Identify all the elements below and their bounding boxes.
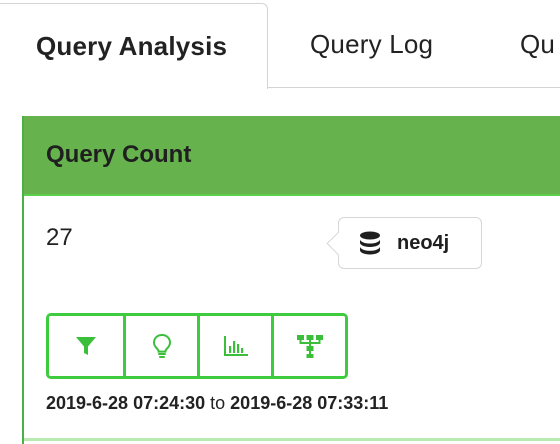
time-range-separator: to (210, 393, 226, 413)
query-count-card: Query Count 27 neo4j 2019-6-28 07:24:30 … (22, 116, 560, 444)
analysis-toolbar (46, 313, 348, 379)
time-range-start: 2019-6-28 07:24:30 (46, 393, 206, 413)
tab-label: Query Analysis (36, 31, 228, 61)
database-badge: neo4j (338, 217, 482, 269)
tab-bar: Query Analysis Query Log Qu (0, 0, 560, 89)
filter-icon (74, 334, 98, 358)
tab-query-partial[interactable]: Qu (520, 0, 555, 88)
lightbulb-icon (151, 333, 173, 359)
database-name: neo4j (397, 231, 450, 254)
page: Query Analysis Query Log Qu Query Count … (0, 0, 560, 444)
hierarchy-icon (295, 333, 325, 359)
bar-chart-icon (223, 335, 249, 357)
tab-query-analysis[interactable]: Query Analysis (0, 3, 268, 89)
time-range: 2019-6-28 07:24:30 to 2019-6-28 07:33:11 (46, 393, 388, 414)
chart-button[interactable] (197, 316, 271, 376)
insight-button[interactable] (123, 316, 197, 376)
card-header: Query Count (24, 116, 560, 196)
card-bottom-border (24, 438, 560, 441)
tab-query-log[interactable]: Query Log (310, 0, 433, 88)
plan-tree-button[interactable] (271, 316, 345, 376)
time-range-end: 2019-6-28 07:33:11 (230, 393, 389, 413)
tab-label: Query Log (310, 28, 434, 59)
tab-label: Qu (520, 28, 556, 59)
filter-button[interactable] (49, 316, 123, 376)
card-title: Query Count (46, 141, 192, 168)
database-icon (359, 231, 381, 255)
query-count-value: 27 (46, 224, 73, 251)
